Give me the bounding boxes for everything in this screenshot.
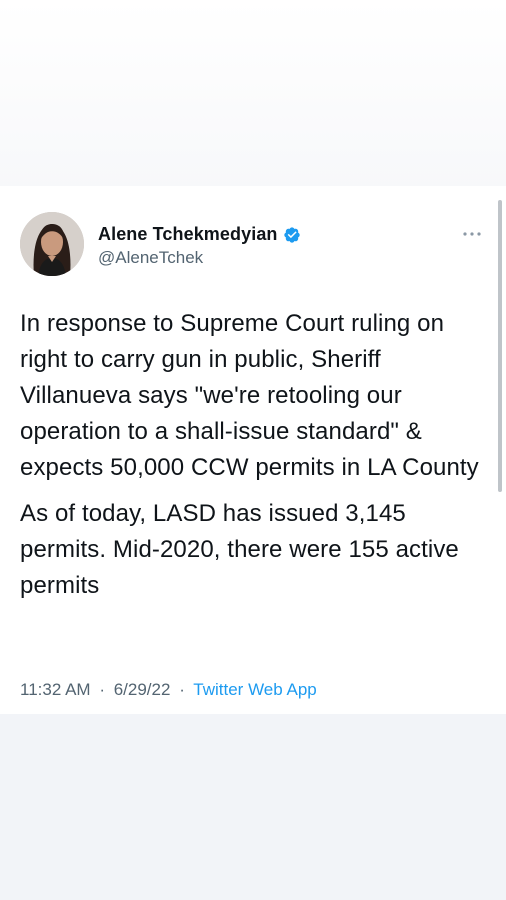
tweet-text: In response to Supreme Court ruling on r… [20, 306, 480, 614]
meta-separator: · [99, 680, 105, 699]
author-display-name[interactable]: Alene Tchekmedyian [98, 224, 278, 245]
tweet-date[interactable]: 6/29/22 [114, 680, 171, 699]
tweet-card: Alene Tchekmedyian @AleneTchek In respon… [0, 186, 506, 714]
avatar-image [20, 212, 84, 276]
tweet-source-link[interactable]: Twitter Web App [193, 680, 316, 699]
tweet-paragraph: As of today, LASD has issued 3,145 permi… [20, 500, 459, 599]
meta-separator: · [179, 680, 185, 699]
bottom-background [0, 714, 506, 900]
tweet-paragraph: In response to Supreme Court ruling on r… [20, 310, 479, 481]
top-background [0, 0, 506, 190]
more-options-icon[interactable] [460, 226, 484, 242]
author-info[interactable]: Alene Tchekmedyian @AleneTchek [98, 224, 301, 268]
tweet-time[interactable]: 11:32 AM [20, 680, 91, 699]
author-name-row: Alene Tchekmedyian [98, 224, 301, 245]
author-avatar[interactable] [20, 212, 84, 276]
author-handle[interactable]: @AleneTchek [98, 248, 301, 268]
scrollbar[interactable] [498, 200, 502, 492]
verified-badge-icon [283, 226, 301, 244]
tweet-meta: 11:32 AM · 6/29/22 · Twitter Web App [20, 680, 317, 700]
